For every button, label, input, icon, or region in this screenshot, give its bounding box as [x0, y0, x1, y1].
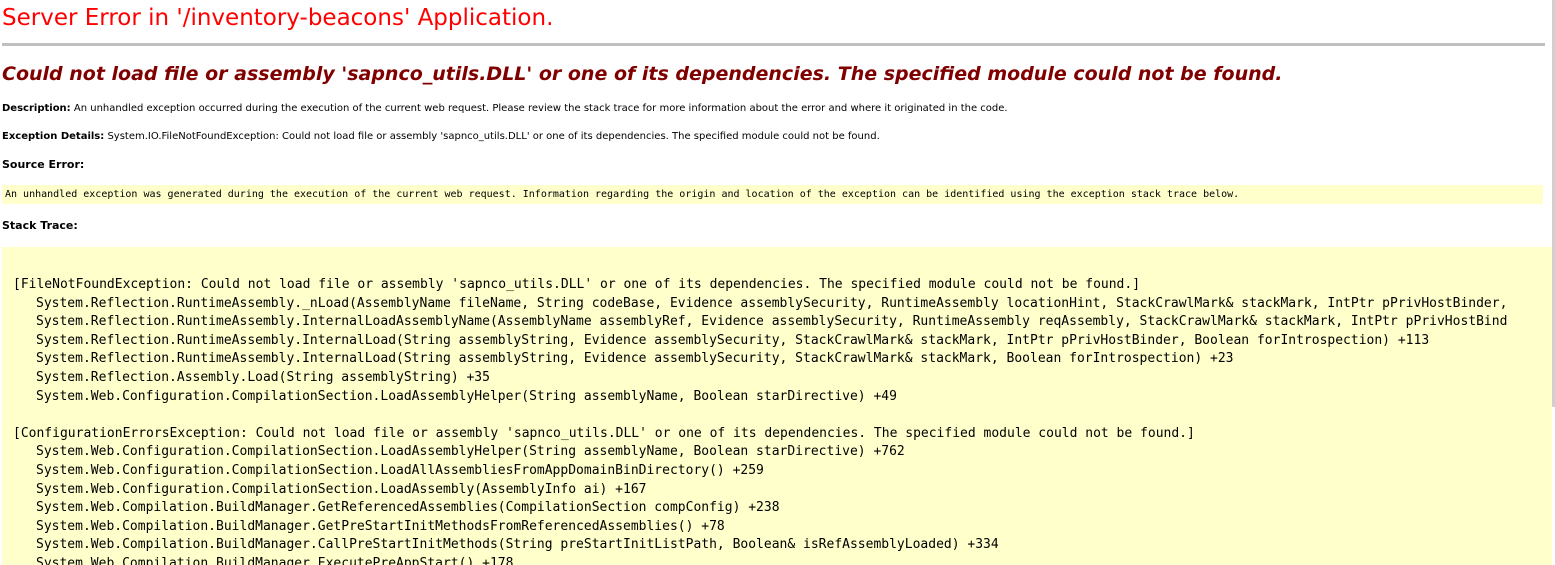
stack-frame: System.Web.Compilation.BuildManager.Exec…	[36, 555, 514, 565]
stack-frame: System.Reflection.RuntimeAssembly.Intern…	[36, 332, 1430, 348]
title-divider	[2, 43, 1545, 46]
source-error-box: An unhandled exception was generated dur…	[2, 185, 1543, 204]
exception-details-line: Exception Details: System.IO.FileNotFoun…	[2, 130, 880, 144]
exception-details-text: System.IO.FileNotFoundException: Could n…	[107, 131, 880, 142]
source-error-heading: Source Error:	[2, 158, 85, 171]
stack-frame: System.Web.Configuration.CompilationSect…	[36, 462, 764, 478]
stack-frame: System.Web.Configuration.CompilationSect…	[36, 481, 647, 497]
stack-frame: System.Web.Compilation.BuildManager.GetR…	[36, 500, 780, 516]
page-title: Server Error in '/inventory-beacons' App…	[2, 5, 554, 31]
stack-frame: System.Reflection.RuntimeAssembly._nLoad…	[36, 295, 1508, 311]
description-label: Description:	[2, 103, 71, 114]
stack-frame: System.Web.Configuration.CompilationSect…	[36, 444, 905, 460]
stack-exception-header: [FileNotFoundException: Could not load f…	[13, 277, 1141, 292]
stack-exception-header: [ConfigurationErrorsException: Could not…	[13, 425, 1195, 441]
stack-frame: System.Web.Compilation.BuildManager.GetP…	[36, 518, 725, 534]
exception-details-label: Exception Details:	[2, 131, 105, 142]
stack-trace-text: [FileNotFoundException: Could not load f…	[13, 276, 1507, 565]
stack-frame: System.Reflection.Assembly.Load(String a…	[36, 369, 490, 385]
stack-frame: System.Reflection.RuntimeAssembly.Intern…	[36, 314, 1508, 330]
stack-blank-line	[13, 406, 1507, 425]
description-text: An unhandled exception occurred during t…	[73, 103, 1008, 114]
stack-frame: System.Reflection.RuntimeAssembly.Intern…	[36, 351, 1234, 367]
stack-frame: System.Web.Configuration.CompilationSect…	[36, 388, 897, 404]
description-line: Description: An unhandled exception occu…	[2, 102, 1008, 116]
stack-trace-box: [FileNotFoundException: Could not load f…	[2, 247, 1552, 565]
stack-trace-heading: Stack Trace:	[2, 219, 78, 232]
error-page: Server Error in '/inventory-beacons' App…	[0, 0, 1552, 565]
source-error-text: An unhandled exception was generated dur…	[5, 189, 1240, 200]
error-message: Could not load file or assembly 'sapnco_…	[2, 63, 1283, 85]
stack-frame: System.Web.Compilation.BuildManager.Call…	[36, 537, 999, 553]
